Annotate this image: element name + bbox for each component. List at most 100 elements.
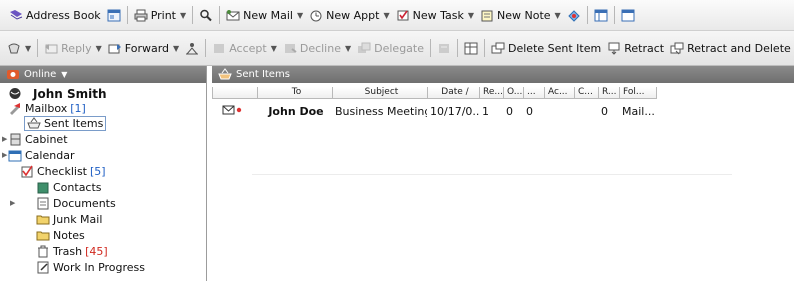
column-header-date[interactable]: Date ∕	[427, 87, 479, 99]
expand-arrow-icon[interactable]: ▶	[2, 135, 7, 143]
new-note-icon	[481, 10, 493, 21]
chevron-down-icon[interactable]: ▼	[180, 11, 186, 20]
chevron-down-icon[interactable]: ▼	[345, 44, 351, 53]
expand-arrow-icon[interactable]: ▶	[10, 199, 15, 207]
decline-button[interactable]: Decline ▼	[280, 37, 354, 59]
new-note-button[interactable]: New Note ▼	[477, 4, 564, 26]
print-button[interactable]: Print ▼	[131, 4, 189, 26]
layout-icon	[594, 9, 608, 21]
row-replied-cell: 1	[482, 105, 489, 118]
column-header-read[interactable]: R...	[598, 87, 619, 99]
column-header-to[interactable]: To	[257, 87, 332, 99]
trash-label: Trash	[53, 245, 83, 258]
row-to-cell: John Doe	[268, 105, 324, 118]
folder-calendar[interactable]: Calendar	[8, 148, 74, 163]
retract-button[interactable]: Retract	[604, 37, 667, 59]
forward-label: Forward	[124, 41, 170, 55]
column-header-type[interactable]	[212, 87, 257, 99]
view-button[interactable]	[104, 4, 124, 26]
sent-mail-status-icon	[222, 105, 242, 115]
expand-arrow-icon[interactable]: ▶	[2, 151, 7, 159]
folder-mailbox[interactable]: Mailbox [1]	[8, 101, 86, 116]
new-task-icon	[397, 10, 409, 20]
main-toolbar: Address Book Print ▼ New Mail ▼ New Appt…	[0, 0, 794, 31]
chevron-down-icon[interactable]: ▼	[96, 44, 102, 53]
folder-trash[interactable]: Trash [45]	[36, 244, 108, 259]
new-mail-button[interactable]: New Mail ▼	[223, 4, 306, 26]
chevron-down-icon[interactable]: ▼	[297, 11, 303, 20]
delete-sent-item-button[interactable]: Delete Sent Item	[488, 37, 604, 59]
properties-button[interactable]	[461, 37, 481, 59]
window-button[interactable]	[618, 4, 638, 26]
cabinet-label: Cabinet	[25, 133, 68, 146]
print-label: Print	[150, 8, 176, 22]
decline-icon	[284, 43, 297, 53]
reply-icon	[45, 43, 58, 53]
chevron-down-icon[interactable]: ▼	[555, 11, 561, 20]
chevron-down-icon[interactable]: ▼	[383, 11, 389, 20]
folder-user[interactable]: John Smith	[8, 86, 107, 101]
folder-notes[interactable]: Notes	[36, 228, 85, 243]
toolbar-separator	[484, 39, 486, 57]
new-mail-label: New Mail	[243, 8, 293, 22]
notes-label: Notes	[53, 229, 85, 242]
address-book-label: Address Book	[26, 8, 101, 22]
new-task-button[interactable]: New Task ▼	[393, 4, 477, 26]
toolbar-separator	[126, 6, 128, 24]
view-layout-button[interactable]	[591, 4, 611, 26]
item-options-icon	[8, 43, 20, 53]
new-mail-icon	[226, 9, 240, 20]
reply-button[interactable]: Reply ▼	[41, 37, 105, 59]
delegate-icon	[358, 42, 371, 53]
online-mode-selector[interactable]: Online ▼	[0, 66, 206, 83]
folder-contacts[interactable]: Contacts	[36, 180, 102, 195]
folder-sent-items[interactable]: Sent Items	[24, 116, 107, 131]
forward-icon	[108, 43, 121, 53]
table-row[interactable]: John Doe Business Meeting 10/17/0... 1 0…	[212, 104, 657, 119]
column-header-extra[interactable]: ...	[523, 87, 544, 99]
chevron-down-icon[interactable]: ▼	[271, 44, 277, 53]
busy-search-button[interactable]	[434, 37, 454, 59]
chevron-down-icon[interactable]: ▼	[173, 44, 179, 53]
new-discussion-button[interactable]	[564, 4, 584, 26]
forward-button[interactable]: Forward ▼	[105, 37, 182, 59]
accept-button[interactable]: Accept ▼	[209, 37, 280, 59]
contacts-icon	[37, 182, 49, 194]
chevron-down-icon[interactable]: ▼	[25, 44, 31, 53]
toolbar-separator	[37, 39, 39, 57]
item-options-button[interactable]: ▼	[4, 37, 34, 59]
share-button[interactable]	[182, 37, 202, 59]
folder-work-in-progress[interactable]: Work In Progress	[36, 260, 145, 275]
folder-junk-mail[interactable]: Junk Mail	[36, 212, 102, 227]
new-appt-button[interactable]: New Appt ▼	[306, 4, 392, 26]
row-type-cell	[212, 105, 257, 118]
list-divider	[252, 174, 732, 175]
mailbox-label: Mailbox	[25, 102, 68, 115]
online-mode-label: Online	[24, 69, 57, 80]
column-header-opened[interactable]: O...	[503, 87, 523, 99]
column-header-folder[interactable]: Fol...	[619, 87, 657, 99]
toolbar-separator	[457, 39, 459, 57]
calendar-icon	[8, 150, 22, 162]
chevron-down-icon[interactable]: ▼	[468, 11, 474, 20]
row-opened-cell: 0	[506, 105, 513, 118]
item-toolbar: ▼ Reply ▼ Forward ▼ Accept ▼ Decline ▼ D…	[0, 31, 794, 66]
sent-items-icon	[27, 117, 41, 129]
folder-documents[interactable]: Documents	[36, 196, 116, 211]
row-subject-cell: Business Meeting	[335, 105, 427, 118]
address-book-button[interactable]: Address Book	[6, 4, 104, 26]
junk-mail-label: Junk Mail	[53, 213, 103, 226]
column-header-subject[interactable]: Subject	[332, 87, 427, 99]
delegate-button[interactable]: Delegate	[354, 37, 427, 59]
accept-label: Accept	[229, 41, 267, 55]
sent-items-label: Sent Items	[44, 117, 104, 130]
column-header-replied[interactable]: Re...	[479, 87, 503, 99]
reply-label: Reply	[61, 41, 92, 55]
column-header-completed[interactable]: C...	[574, 87, 598, 99]
find-button[interactable]	[196, 4, 216, 26]
folder-cabinet[interactable]: Cabinet	[8, 132, 68, 147]
retract-and-delete-button[interactable]: Retract and Delete	[667, 37, 794, 59]
column-header-accepted[interactable]: Ac...	[544, 87, 574, 99]
folder-checklist[interactable]: Checklist [5]	[20, 164, 106, 179]
user-globe-icon	[9, 88, 21, 99]
